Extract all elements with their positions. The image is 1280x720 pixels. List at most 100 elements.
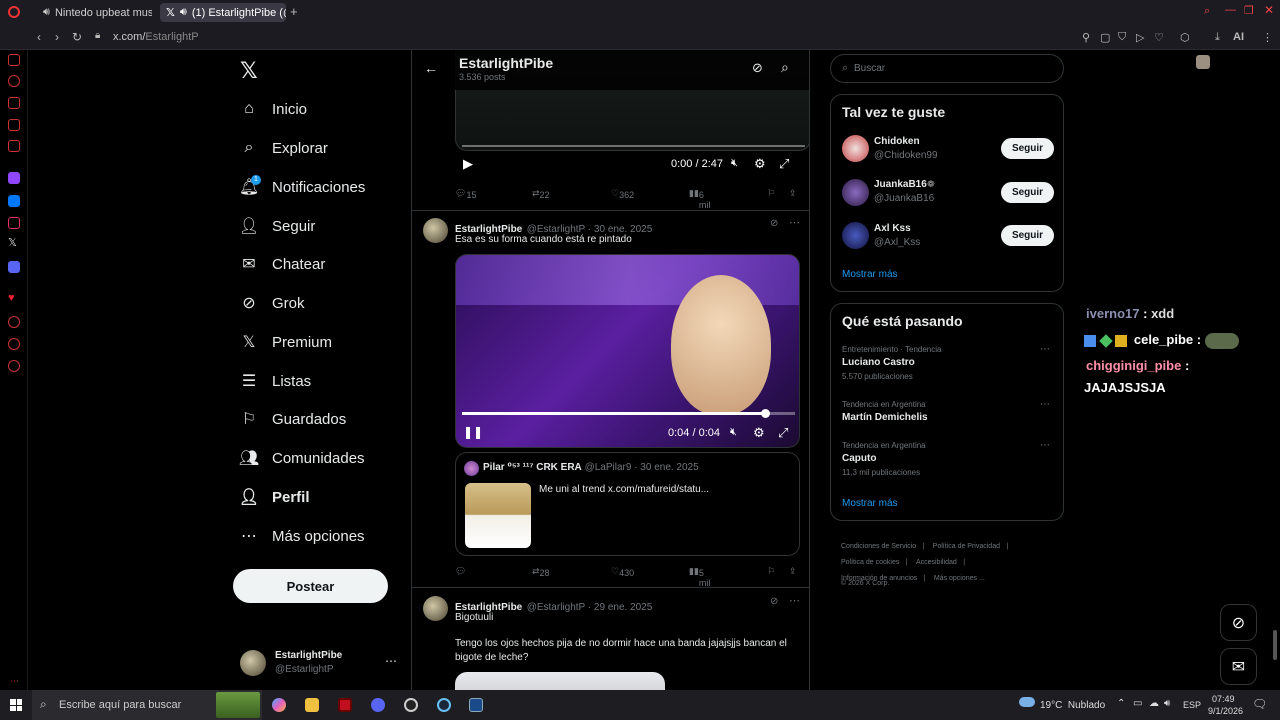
trend-item[interactable]: Tendencia en Argentina Martín Demichelis: [842, 400, 1054, 426]
sidebar-app-icon[interactable]: [8, 97, 20, 109]
nav-perfil[interactable]: 👤︎ Perfil: [239, 482, 310, 512]
nav-grok[interactable]: ⊘ Grok: [240, 288, 304, 318]
messages-button[interactable]: ✉: [1220, 648, 1257, 685]
retweet-button[interactable]: ⇄ 22: [532, 188, 550, 200]
fullscreen-icon[interactable]: ⤢: [778, 425, 788, 441]
taskbar-search[interactable]: ⌕ Escribe aquí para buscar: [32, 690, 262, 720]
suggestion-avatar[interactable]: [842, 179, 869, 206]
follow-button[interactable]: Seguir: [1001, 182, 1054, 203]
back-arrow-icon[interactable]: ←: [424, 60, 438, 76]
video-progress-handle[interactable]: [761, 409, 770, 418]
post-button[interactable]: Postear: [233, 569, 388, 603]
history-icon[interactable]: [8, 316, 20, 328]
shield-icon[interactable]: ⛉: [1118, 31, 1126, 44]
more-horizontal-icon[interactable]: ⋯: [1040, 399, 1050, 410]
views-button[interactable]: ▮▮ 5 mil: [689, 566, 710, 588]
views-button[interactable]: ▮▮ 6 mil: [689, 188, 710, 210]
scrollbar[interactable]: [1273, 630, 1277, 660]
share-button[interactable]: ⇪: [789, 566, 797, 577]
suggestion-avatar[interactable]: [842, 222, 869, 249]
nav-inicio[interactable]: ⌂ Inicio: [240, 94, 307, 124]
settings-icon[interactable]: [8, 360, 20, 372]
sidebar-app-icon[interactable]: [8, 54, 20, 66]
nav-chatear[interactable]: ✉ Chatear: [240, 249, 325, 279]
pause-icon[interactable]: ❚❚: [463, 425, 483, 439]
fullscreen-icon[interactable]: ⤢: [779, 156, 789, 172]
bookmark-button[interactable]: ⚐: [767, 566, 775, 577]
nav-explorar[interactable]: ⌕ Explorar: [240, 133, 328, 163]
heart-icon[interactable]: ♡: [1154, 31, 1164, 44]
grok-icon[interactable]: ⊘: [752, 60, 763, 76]
video-player[interactable]: [455, 254, 800, 448]
mute-icon[interactable]: 🔇︎: [731, 157, 738, 170]
steam-icon[interactable]: [437, 698, 451, 712]
weather-text[interactable]: 19°C Nublado: [1040, 700, 1105, 711]
snapshot-icon[interactable]: ▢: [1100, 31, 1110, 44]
x-logo-icon[interactable]: 𝕏: [240, 58, 258, 84]
network-icon[interactable]: ▭: [1133, 698, 1142, 709]
reply-button[interactable]: 💬︎: [455, 566, 466, 577]
settings-icon[interactable]: ⚙: [754, 156, 766, 172]
footer-link[interactable]: Política de Privacidad: [933, 543, 1000, 550]
settings-icon[interactable]: ⚙: [753, 425, 765, 441]
forward-icon[interactable]: ›: [55, 30, 59, 44]
footer-link[interactable]: Condiciones de Servicio: [841, 543, 916, 550]
download-icon[interactable]: ⤓: [1215, 31, 1220, 44]
suggestion-name[interactable]: JuankaB16: [874, 179, 927, 190]
follow-button[interactable]: Seguir: [1001, 225, 1054, 246]
more-horizontal-icon[interactable]: ⋯: [789, 216, 800, 229]
sidebar-app-icon[interactable]: [8, 338, 20, 350]
avatar[interactable]: [423, 218, 448, 243]
search-input[interactable]: ⌕ Buscar: [830, 54, 1064, 83]
nav-premium[interactable]: 𝕏 Premium: [240, 327, 332, 357]
sidebar-app-icon[interactable]: [8, 119, 20, 131]
windows-start-icon[interactable]: [10, 699, 22, 711]
show-more-link[interactable]: Mostrar más: [842, 498, 898, 509]
menu-icon[interactable]: ⋮: [1262, 31, 1273, 44]
play-icon[interactable]: ▶: [463, 156, 473, 172]
reply-button[interactable]: 💬︎ 15: [455, 188, 476, 200]
nav-comunidades[interactable]: 👥︎ Comunidades: [239, 443, 365, 473]
ai-icon[interactable]: AI: [1233, 31, 1244, 43]
clock-time[interactable]: 07:49: [1212, 694, 1235, 704]
account-switcher[interactable]: EstarlightPibe @EstarlightP ⋯: [240, 648, 400, 680]
tab-x[interactable]: 𝕏 🔊︎ (1) EstarlightPibe (@Es: [160, 3, 286, 22]
notification-center-icon[interactable]: 🗨︎: [1252, 697, 1267, 711]
footer-link[interactable]: Accesibilidad: [916, 559, 957, 566]
tray-arrow-icon[interactable]: ⌃: [1117, 698, 1125, 709]
nav-guardados[interactable]: ⚐ Guardados: [240, 404, 346, 434]
trend-item[interactable]: Tendencia en Argentina Caputo 11,3 mil p…: [842, 441, 1054, 481]
profile-avatar[interactable]: [1196, 55, 1210, 69]
video-progress-track[interactable]: [462, 145, 805, 147]
minimize-button[interactable]: —: [1225, 4, 1236, 16]
mute-icon[interactable]: 🔇︎: [730, 426, 737, 439]
close-window-button[interactable]: ✕: [1264, 3, 1274, 17]
footer-link[interactable]: Más opciones ...: [934, 575, 985, 582]
opera-icon[interactable]: [338, 698, 352, 712]
footer-link[interactable]: Política de cookies: [841, 559, 899, 566]
sidebar-app-icon[interactable]: [8, 140, 20, 152]
url-field[interactable]: x.com/EstarlightP: [113, 31, 199, 43]
obs-icon[interactable]: [404, 698, 418, 712]
like-button[interactable]: ♡ 430: [611, 566, 634, 578]
maximize-button[interactable]: ❐: [1244, 4, 1254, 17]
nav-listas[interactable]: ☰ Listas: [240, 366, 311, 396]
grok-icon[interactable]: ⊘: [770, 596, 778, 607]
sidebar-app-icon[interactable]: [8, 75, 20, 87]
volume-icon[interactable]: 🔊︎: [1164, 698, 1170, 709]
suggestion-name[interactable]: Chidoken: [874, 136, 920, 147]
share-button[interactable]: ⇪: [789, 188, 797, 199]
search-tabs-icon[interactable]: ⌕: [1204, 5, 1210, 18]
like-button[interactable]: ♡ 362: [611, 188, 634, 200]
language-indicator[interactable]: ESP: [1183, 700, 1201, 710]
more-horizontal-icon[interactable]: ⋯: [1040, 344, 1050, 355]
discord-icon[interactable]: [371, 698, 385, 712]
clock-date[interactable]: 9/1/2026: [1208, 706, 1243, 716]
suggestion-avatar[interactable]: [842, 135, 869, 162]
app-icon[interactable]: [469, 698, 483, 712]
discord-icon[interactable]: [8, 261, 20, 273]
vk-icon[interactable]: [8, 195, 20, 207]
more-horizontal-icon[interactable]: ⋯: [385, 654, 397, 668]
extensions-icon[interactable]: ⬡: [1180, 31, 1190, 44]
file-explorer-icon[interactable]: [305, 698, 319, 712]
